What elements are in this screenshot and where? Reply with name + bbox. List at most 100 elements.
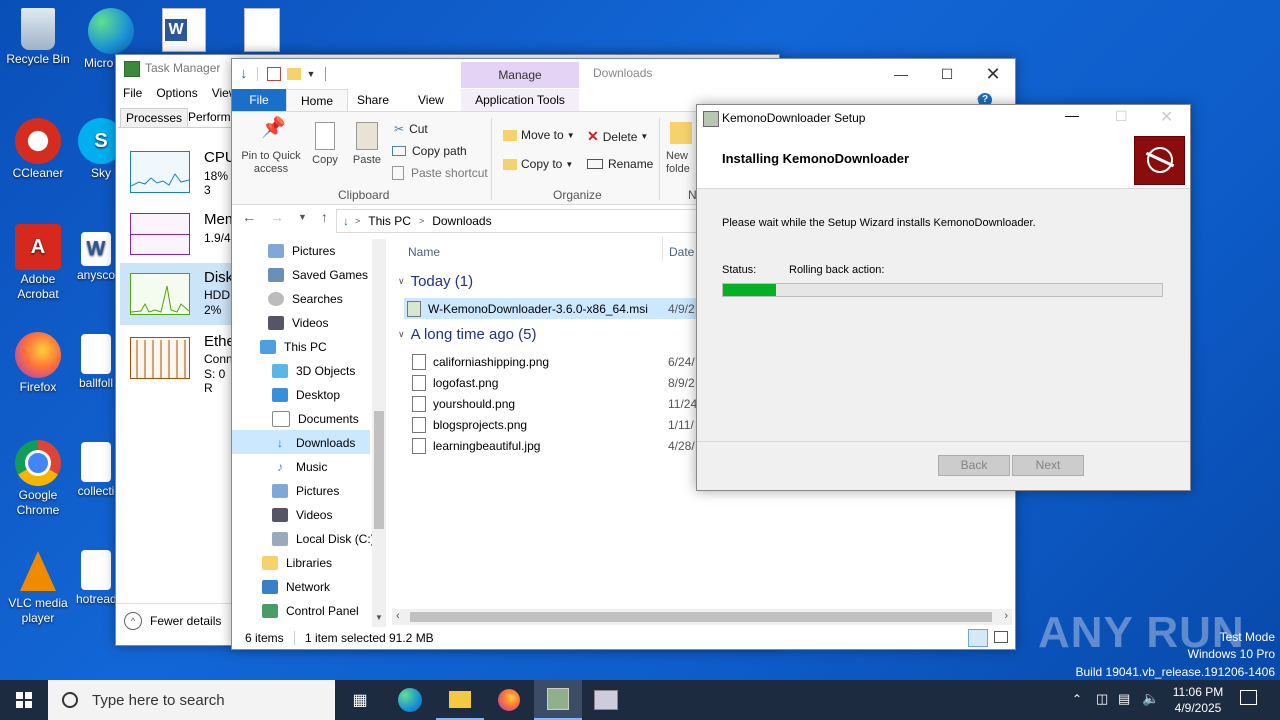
maximize-button[interactable]: ☐ [924, 59, 970, 89]
menu-options[interactable]: Options [156, 86, 197, 100]
nav-desktop[interactable]: Desktop [272, 384, 340, 406]
new-folder-icon[interactable] [286, 67, 301, 80]
delete-button[interactable]: ✕ Delete ▼ [587, 128, 648, 145]
file-row[interactable]: learningbeautiful.jpg [412, 436, 540, 456]
nav-pictures[interactable]: Pictures [268, 240, 335, 262]
pin-quick-access-button[interactable]: 📌 Pin to Quick access [236, 118, 306, 176]
desktop-icon-recycle-bin[interactable]: Recycle Bin [0, 8, 76, 67]
file-row[interactable]: W-KemonoDownloader-3.6.0-x86_64.msi [407, 299, 648, 319]
scrollbar-thumb[interactable] [410, 612, 992, 622]
breadcrumb-downloads[interactable]: Downloads [432, 214, 491, 228]
nav-this-pc[interactable]: This PC [260, 336, 327, 358]
close-button[interactable]: ✕ [1160, 107, 1173, 127]
perf-item-ethernet[interactable]: Ethe Conn S: 0 R [120, 327, 235, 395]
nav-searches[interactable]: Searches [268, 288, 343, 310]
desktop-icon-collecti[interactable]: collecti [76, 442, 116, 499]
back-button[interactable]: Back [938, 455, 1010, 476]
minimize-button[interactable]: — [1065, 107, 1079, 123]
tab-share[interactable]: Share [357, 89, 389, 111]
volume-icon[interactable]: 🔈 [1142, 690, 1159, 707]
up-arrow-icon[interactable]: ↑ [321, 209, 328, 225]
desktop-icon-hotread[interactable]: hotread [76, 550, 116, 607]
move-to-button[interactable]: Move to ▼ [503, 128, 575, 142]
close-button[interactable]: ✕ [970, 59, 1016, 89]
file-row[interactable]: blogsprojects.png [412, 415, 527, 435]
desktop-icon-anysco[interactable]: W anysco [76, 232, 116, 283]
desktop-icon-ccleaner[interactable]: CCleaner [0, 118, 76, 181]
copy-button[interactable]: Copy [306, 122, 344, 167]
back-arrow-icon[interactable]: ← [242, 209, 256, 225]
forward-arrow-icon[interactable]: → [270, 209, 284, 225]
new-folder-button[interactable]: New folde [666, 122, 700, 176]
menu-file[interactable]: File [123, 86, 142, 100]
taskbar-firefox[interactable] [485, 680, 533, 720]
fewer-details-button[interactable]: ^ Fewer details [124, 612, 221, 630]
file-row[interactable]: logofast.png [412, 373, 498, 393]
taskbar-file-explorer[interactable] [436, 680, 484, 720]
image-file-icon[interactable] [244, 8, 280, 52]
column-header-date[interactable]: Date [669, 245, 694, 259]
desktop-icon-firefox[interactable]: Firefox [0, 332, 76, 395]
context-tab-manage[interactable]: Manage [461, 62, 579, 88]
maximize-button[interactable]: ☐ [1115, 108, 1128, 125]
nav-network[interactable]: Network [262, 576, 330, 598]
start-button[interactable] [0, 680, 48, 720]
column-header-name[interactable]: Name [408, 245, 440, 259]
desktop-icon-ballfoll[interactable]: ballfoll [76, 334, 116, 391]
nav-music[interactable]: ♪ Music [272, 456, 327, 478]
network-icon[interactable]: ▤ [1118, 691, 1130, 707]
perf-item-disk[interactable]: Disk HDD 2% [120, 263, 233, 325]
nav-scrollbar[interactable]: ▼ [372, 239, 386, 627]
taskbar-task-manager[interactable] [534, 680, 582, 720]
breadcrumb-this-pc[interactable]: This PC [368, 214, 411, 228]
details-view-button[interactable] [968, 629, 988, 647]
taskbar-search[interactable]: Type here to search [48, 680, 335, 720]
chevron-right-icon[interactable]: › [1004, 610, 1008, 622]
file-row[interactable]: californiashipping.png [412, 352, 549, 372]
chevron-left-icon[interactable]: ‹ [396, 610, 400, 622]
nav-libraries[interactable]: Libraries [262, 552, 332, 574]
rename-button[interactable]: Rename [587, 157, 653, 171]
scrollbar-thumb[interactable] [374, 411, 384, 529]
desktop-icon-chrome[interactable]: Google Chrome [0, 440, 76, 518]
minimize-button[interactable]: — [878, 59, 924, 89]
cut-button[interactable]: ✂ Cut [394, 122, 428, 136]
nav-documents[interactable]: Documents [272, 408, 359, 430]
perf-item-memory[interactable]: Mem 1.9/4.0 [120, 203, 241, 265]
nav-control-panel[interactable]: Control Panel [262, 600, 359, 622]
arrow-down-icon[interactable]: ↓ [240, 65, 248, 82]
tab-file[interactable]: File [232, 89, 286, 111]
paste-button[interactable]: Paste [347, 122, 387, 167]
desktop-icon-acrobat[interactable]: A Adobe Acrobat [0, 224, 76, 302]
nav-downloads[interactable]: ↓ Downloads [272, 432, 355, 454]
copy-to-button[interactable]: Copy to ▼ [503, 157, 573, 171]
horizontal-scrollbar[interactable]: ‹ › [392, 609, 1012, 625]
chevron-down-icon[interactable]: ▼ [375, 613, 383, 622]
copy-path-button[interactable]: Copy path [392, 144, 467, 158]
tab-view[interactable]: View [418, 89, 444, 111]
taskbar-setup[interactable] [582, 680, 630, 720]
chevron-down-icon[interactable]: ▼ [307, 69, 316, 79]
group-header-today[interactable]: ∨ Today (1) [398, 273, 473, 290]
device-icon[interactable]: ◫ [1096, 691, 1108, 707]
recent-dropdown-icon[interactable]: ▼ [298, 212, 307, 222]
large-icons-view-button[interactable] [994, 631, 1008, 643]
notification-icon[interactable] [1240, 690, 1257, 705]
tab-application-tools[interactable]: Application Tools [461, 89, 579, 111]
nav-pictures-2[interactable]: Pictures [272, 480, 339, 502]
properties-icon[interactable] [266, 66, 281, 81]
desktop-icon-vlc[interactable]: VLC media player [0, 548, 76, 626]
nav-local-disk[interactable]: Local Disk (C:) [272, 528, 375, 550]
paste-shortcut-button[interactable]: Paste shortcut [392, 166, 488, 180]
nav-3d-objects[interactable]: 3D Objects [272, 360, 355, 382]
tab-processes[interactable]: Processes [120, 108, 189, 128]
next-button[interactable]: Next [1012, 455, 1084, 476]
group-header-long-ago[interactable]: ∨ A long time ago (5) [398, 326, 537, 343]
file-row[interactable]: yourshould.png [412, 394, 515, 414]
taskbar-edge[interactable] [386, 680, 434, 720]
clock[interactable]: 11:06 PM 4/9/2025 [1168, 684, 1228, 716]
nav-saved-games[interactable]: Saved Games [268, 264, 368, 286]
perf-item-cpu[interactable]: CPU 18% 3 [120, 141, 236, 203]
word-doc-icon[interactable]: W [162, 8, 206, 52]
task-view-button[interactable]: ▦ [336, 680, 384, 720]
